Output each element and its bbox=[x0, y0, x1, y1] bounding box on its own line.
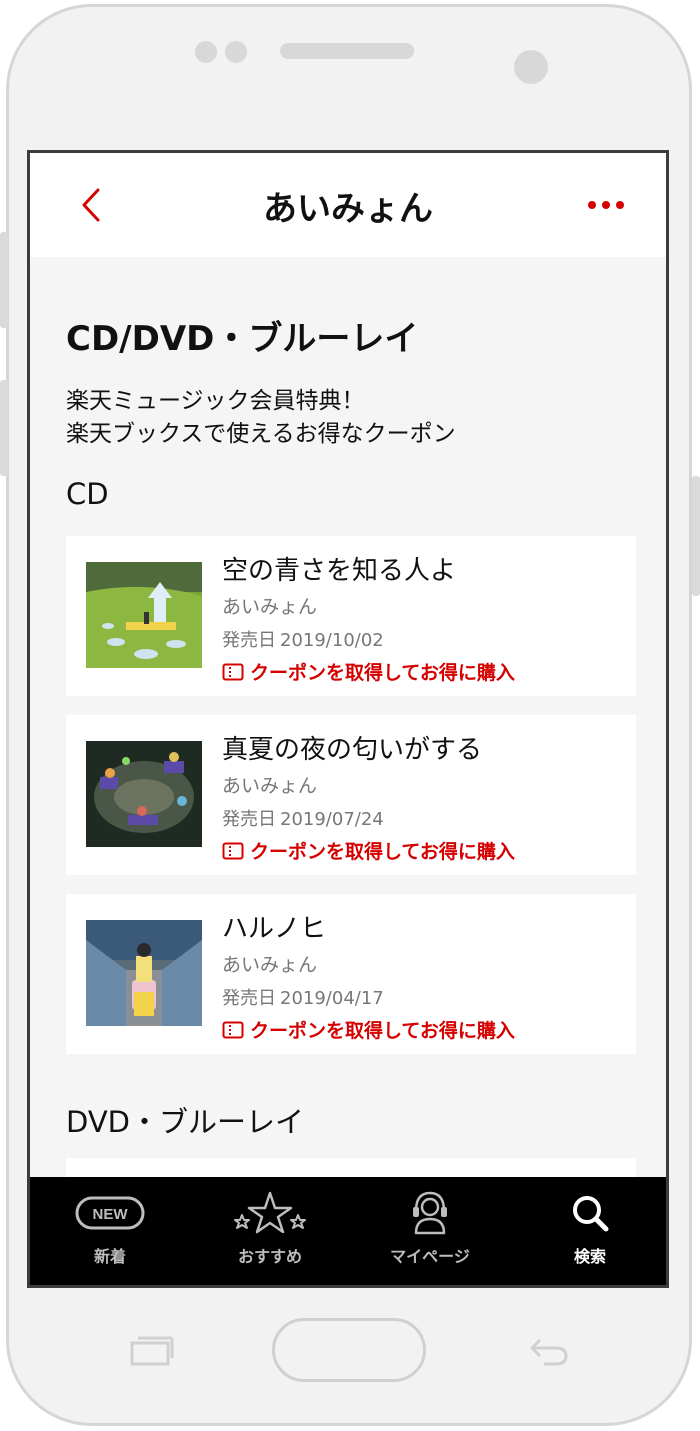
dvd-heading: DVD・ブルーレイ bbox=[66, 1105, 304, 1139]
earpiece-speaker bbox=[280, 43, 414, 59]
cd-heading: CD bbox=[66, 477, 109, 511]
cd-artist: あいみょん bbox=[222, 954, 318, 976]
coupon-link[interactable]: クーポンを取得してお得に購入 bbox=[222, 658, 515, 685]
coupon-label: クーポンを取得してお得に購入 bbox=[250, 841, 515, 863]
album-cover-image bbox=[86, 920, 202, 1026]
release-date-label: 発売日 bbox=[222, 988, 276, 1009]
cd-artist: あいみょん bbox=[222, 596, 318, 618]
more-menu-button[interactable] bbox=[586, 197, 626, 211]
more-dots-icon bbox=[588, 201, 624, 209]
cd-list-item[interactable]: 真夏の夜の匂いがする あいみょん 発売日 2019/07/24 クーポンを取得して… bbox=[66, 715, 636, 875]
coupon-ticket-icon bbox=[222, 842, 244, 859]
search-icon bbox=[573, 1196, 609, 1232]
promo-line: 楽天ミュージック会員特典！ bbox=[66, 388, 365, 414]
section-title: CD/DVD・ブルーレイ bbox=[66, 319, 419, 359]
phone-side-button-left-lower bbox=[0, 380, 8, 476]
tab-mypage[interactable]: マイページ bbox=[350, 1177, 510, 1285]
new-badge-icon: NEW bbox=[75, 1196, 145, 1230]
phone-side-button-right bbox=[692, 476, 700, 596]
bottom-tab-bar: NEW 新着 おすすめ マイページ 検索 bbox=[30, 1177, 666, 1285]
return-arrow-icon bbox=[530, 1338, 568, 1366]
release-date-value: 2019/04/17 bbox=[280, 988, 384, 1009]
coupon-link[interactable]: クーポンを取得してお得に購入 bbox=[222, 1016, 515, 1043]
coupon-link[interactable]: クーポンを取得してお得に購入 bbox=[222, 837, 515, 864]
home-button[interactable] bbox=[272, 1318, 426, 1382]
recent-apps-icon bbox=[130, 1336, 174, 1366]
app-header: あいみょん bbox=[30, 153, 666, 257]
person-headphones-icon bbox=[413, 1191, 447, 1235]
tab-search[interactable]: 検索 bbox=[510, 1177, 666, 1285]
front-camera-dot bbox=[225, 41, 247, 63]
coupon-ticket-icon bbox=[222, 1021, 244, 1038]
promo-line: 楽天ブックスで使えるお得なクーポン bbox=[66, 421, 456, 447]
cd-title: ハルノヒ bbox=[222, 914, 327, 944]
recent-apps-button[interactable] bbox=[130, 1336, 174, 1370]
promo-text: 楽天ミュージック会員特典！ 楽天ブックスで使えるお得なクーポン bbox=[66, 385, 456, 451]
cd-title: 空の青さを知る人よ bbox=[222, 556, 457, 586]
coupon-label: クーポンを取得してお得に購入 bbox=[250, 1020, 515, 1042]
app-screen: あいみょん CD/DVD・ブルーレイ 楽天ミュージック会員特典！ 楽天ブックスで… bbox=[27, 150, 669, 1288]
front-camera-dot bbox=[195, 41, 217, 63]
release-date: 発売日 2019/10/02 bbox=[222, 626, 384, 652]
coupon-ticket-icon bbox=[222, 663, 244, 680]
tab-label: 新着 bbox=[93, 1247, 126, 1266]
tab-label: おすすめ bbox=[237, 1247, 302, 1266]
proximity-sensor bbox=[514, 50, 548, 84]
stars-icon bbox=[234, 1191, 306, 1234]
cd-list-item[interactable]: 空の青さを知る人よ あいみょん 発売日 2019/10/02 クーポンを取得してお… bbox=[66, 536, 636, 696]
tab-recommend[interactable]: おすすめ bbox=[190, 1177, 350, 1285]
coupon-label: クーポンを取得してお得に購入 bbox=[250, 662, 515, 684]
new-badge-text: NEW bbox=[93, 1206, 129, 1223]
page-title: あいみょん bbox=[263, 189, 433, 229]
phone-side-button-left bbox=[0, 232, 8, 328]
release-date-label: 発売日 bbox=[222, 809, 276, 830]
tab-new[interactable]: NEW 新着 bbox=[30, 1177, 190, 1285]
release-date-value: 2019/10/02 bbox=[280, 630, 384, 651]
tab-label: 検索 bbox=[573, 1247, 606, 1266]
cd-list-item[interactable]: ハルノヒ あいみょん 発売日 2019/04/17 クーポンを取得してお得に購入 bbox=[66, 894, 636, 1054]
back-hardware-button[interactable] bbox=[526, 1334, 570, 1372]
cd-artist: あいみょん bbox=[222, 775, 318, 797]
album-cover-image bbox=[86, 741, 202, 847]
cd-title: 真夏の夜の匂いがする bbox=[222, 735, 483, 765]
tab-label: マイページ bbox=[390, 1247, 470, 1266]
release-date-value: 2019/07/24 bbox=[280, 809, 384, 830]
release-date-label: 発売日 bbox=[222, 630, 276, 651]
release-date: 発売日 2019/04/17 bbox=[222, 984, 384, 1010]
release-date: 発売日 2019/07/24 bbox=[222, 805, 384, 831]
album-cover-image bbox=[86, 562, 202, 668]
